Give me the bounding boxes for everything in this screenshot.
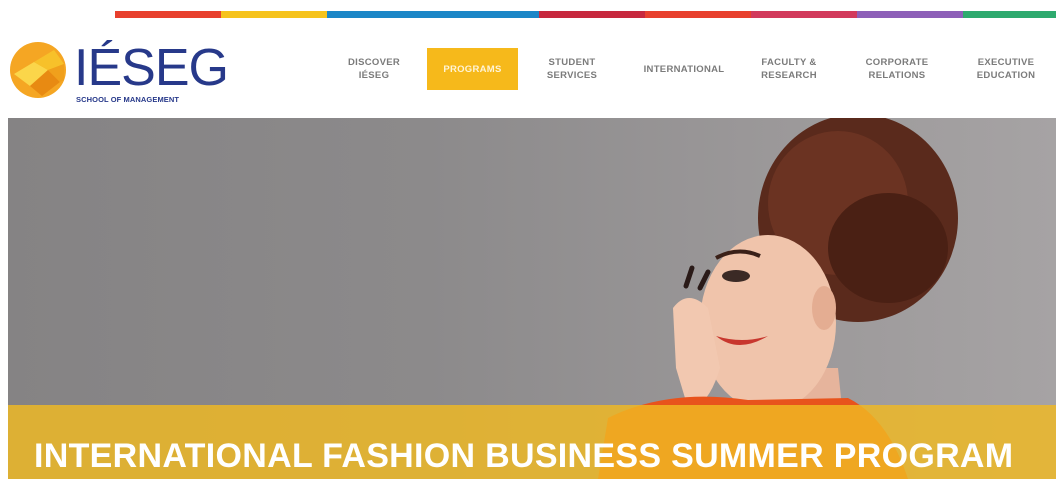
nav-corporate-relations[interactable]: CORPORATE RELATIONS (852, 48, 942, 90)
strip-segment (751, 11, 857, 18)
nav-faculty-research[interactable]: FACULTY & RESEARCH (748, 48, 830, 90)
logo-sphere-icon (10, 42, 66, 98)
nav-programs[interactable]: PROGRAMS (427, 48, 518, 90)
strip-segment (433, 11, 539, 18)
top-color-strip (0, 0, 1056, 20)
nav-student-services[interactable]: STUDENT SERVICES (534, 48, 610, 90)
strip-segment (221, 11, 327, 18)
logo-wordmark: IÉSEG (74, 39, 229, 97)
nav-executive-education[interactable]: EXECUTIVE EDUCATION (962, 48, 1050, 90)
hero-banner: INTERNATIONAL FASHION BUSINESS SUMMER PR… (8, 118, 1056, 479)
strip-segment (539, 11, 645, 18)
logo-subtitle: SCHOOL OF MANAGEMENT (76, 95, 180, 104)
site-header: IÉSEG SCHOOL OF MANAGEMENT DISCOVER IÉSE… (0, 20, 1056, 118)
hero-title: INTERNATIONAL FASHION BUSINESS SUMMER PR… (34, 437, 1014, 475)
strip-segment (857, 11, 963, 18)
strip-segment (963, 11, 1056, 18)
nav-discover-ieseg[interactable]: DISCOVER IÉSEG (335, 48, 413, 90)
ieseg-logo[interactable]: IÉSEG SCHOOL OF MANAGEMENT (8, 40, 229, 115)
nav-international[interactable]: INTERNATIONAL (632, 48, 736, 90)
strip-segment (115, 11, 221, 18)
strip-segment (645, 11, 751, 18)
strip-segment (327, 11, 433, 18)
